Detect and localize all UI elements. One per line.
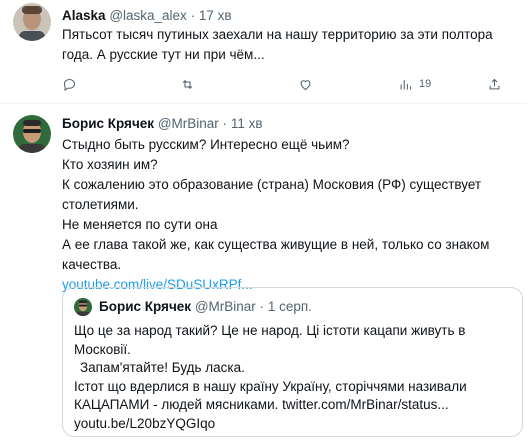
views-icon bbox=[400, 79, 412, 89]
avatar[interactable] bbox=[13, 3, 51, 41]
tweet-text-line: качества. bbox=[62, 257, 122, 272]
reply-button[interactable] bbox=[62, 74, 77, 94]
author-handle[interactable]: @MrBinar bbox=[158, 116, 219, 131]
quoted-tweet[interactable]: Борис Крячек @MrBinar · 1 серп. Що це за… bbox=[62, 287, 523, 437]
like-icon bbox=[300, 79, 311, 90]
tweet-text: Пятьсот тысяч путиных заехали на нашу те… bbox=[62, 25, 517, 65]
tweet-text-line: Стыдно быть русским? Интересно ещё чьим? bbox=[62, 137, 350, 152]
quoted-author-handle[interactable]: @MrBinar bbox=[195, 299, 256, 314]
tweet-text-line: Кто хозяин им? bbox=[62, 157, 158, 172]
tweet-text-line: столетиями. bbox=[62, 197, 139, 212]
quoted-header: Борис Крячек @MrBinar · 1 серп. bbox=[99, 298, 312, 316]
quoted-text-line: Московії. bbox=[74, 341, 131, 357]
tweet-text-line: Пятьсот тысяч путиных заехали на нашу те… bbox=[62, 27, 493, 42]
quoted-text-line: Що це за народ такий? Це не народ. Ці іс… bbox=[74, 323, 466, 338]
tweet-text-line: года. А русские тут ни при чём... bbox=[62, 47, 265, 62]
quoted-author-name[interactable]: Борис Крячек bbox=[99, 299, 191, 314]
tweet-text-line: Не меняется по сути она bbox=[62, 217, 218, 232]
author-handle[interactable]: @laska_alex bbox=[109, 8, 187, 23]
separator: · bbox=[190, 8, 196, 23]
tweet-text-line: К сожалению это образование (страна) Мос… bbox=[62, 177, 482, 192]
quoted-text-line: КАЦАПАМИ - людей мясниками. twitter.com/… bbox=[74, 397, 449, 412]
quoted-text-line: Запам'ятайте! Будь ласка. bbox=[80, 360, 245, 375]
quoted-text: Що це за народ такий? Це не народ. Ці іс… bbox=[74, 322, 514, 433]
quoted-text-line: youtu.be/L20bzYQGIqo bbox=[74, 415, 216, 431]
like-button[interactable] bbox=[298, 74, 313, 94]
views-button[interactable]: 19 bbox=[398, 74, 431, 94]
action-bar: 19 bbox=[62, 74, 502, 94]
author-name[interactable]: Борис Крячек bbox=[62, 116, 154, 131]
timestamp[interactable]: 17 хв bbox=[199, 8, 232, 23]
quoted-avatar[interactable] bbox=[74, 298, 92, 316]
tweet-header: Alaska @laska_alex · 17 хв bbox=[62, 7, 232, 25]
share-button[interactable] bbox=[487, 74, 502, 94]
tweet-text: Стыдно быть русским? Интересно ещё чьим?… bbox=[62, 135, 517, 295]
quoted-text-line: Істот що вдерлися в нашу країну Україну,… bbox=[74, 378, 467, 394]
tweet[interactable]: Борис Крячек @MrBinar · 11 хв Стыдно быт… bbox=[0, 105, 527, 448]
share-icon bbox=[489, 78, 500, 89]
separator: · bbox=[222, 116, 228, 131]
retweet-icon bbox=[182, 79, 193, 89]
avatar[interactable] bbox=[13, 115, 51, 153]
tweet-text-line: А ее глава такой же, как существа живущи… bbox=[62, 237, 490, 252]
quoted-timestamp[interactable]: 1 серп. bbox=[268, 299, 312, 314]
reply-icon bbox=[63, 78, 76, 91]
timestamp[interactable]: 11 хв bbox=[231, 116, 263, 131]
tweet-header: Борис Крячек @MrBinar · 11 хв bbox=[62, 115, 263, 133]
tweet[interactable]: Alaska @laska_alex · 17 хв Пятьсот тысяч… bbox=[0, 0, 527, 104]
separator: · bbox=[259, 299, 265, 314]
like-count: 19 bbox=[419, 78, 432, 90]
author-name[interactable]: Alaska bbox=[62, 8, 106, 23]
retweet-button[interactable] bbox=[180, 74, 195, 94]
